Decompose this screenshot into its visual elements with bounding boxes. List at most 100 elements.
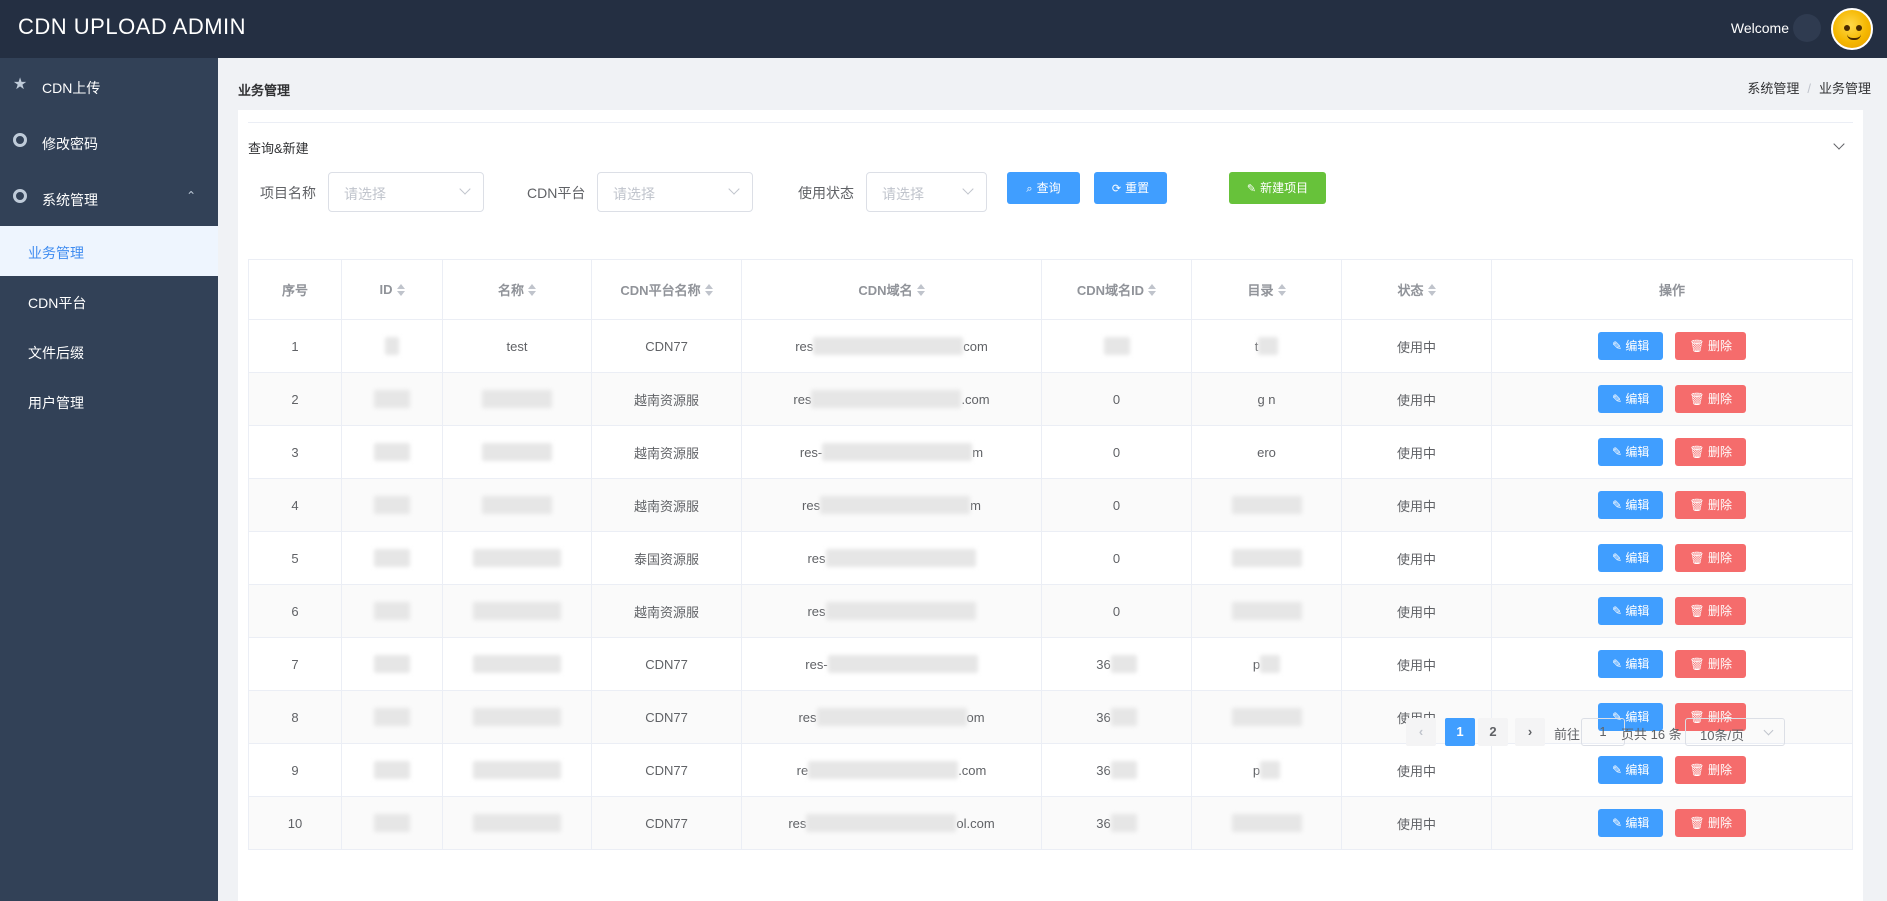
cell-directory: ero [1192,426,1342,478]
cell-id [342,320,443,372]
page-size-select[interactable]: 10条/页 [1685,718,1785,746]
next-page-button[interactable]: › [1515,718,1545,746]
page-number[interactable]: 2 [1478,718,1508,746]
delete-label: 删除 [1707,763,1732,777]
redacted-block [482,496,552,514]
redacted-block [1260,761,1281,779]
column-header[interactable]: CDN域名 [742,260,1042,319]
cell-actions: ✎ 编辑 🗑 删除 [1492,797,1853,849]
chevron-down-icon[interactable] [1833,138,1845,150]
column-header[interactable]: CDN平台名称 [592,260,742,319]
cell-id [342,585,443,637]
search-icon: ⌕ [1026,183,1033,195]
cell-actions: ✎ 编辑 🗑 删除 [1492,479,1853,531]
column-header: 序号 [249,260,342,319]
edit-button[interactable]: ✎ 编辑 [1598,491,1664,519]
sidebar-item-change-password[interactable]: 修改密码 [0,114,218,170]
breadcrumb: 系统管理 / 业务管理 [1747,78,1871,97]
edit-label: 编辑 [1625,498,1650,512]
edit-icon: ✎ [1246,183,1257,195]
trash-icon: 🗑 [1689,604,1708,618]
cell-platform: 泰国资源服 [592,532,742,584]
page-number[interactable]: 1 [1445,718,1475,746]
sidebar-item-system-management[interactable]: 系统管理 ⌄ [0,170,218,226]
sidebar-item-user-management[interactable]: 用户管理 [0,376,218,426]
sidebar-item-business-management[interactable]: 业务管理 [0,226,218,276]
sidebar-item-file-suffix[interactable]: 文件后缀 [0,326,218,376]
breadcrumb-item[interactable]: 系统管理 [1747,81,1799,96]
domain-prefix: res [795,338,814,354]
column-header[interactable]: 状态 [1342,260,1492,319]
domain-id: 36 [1096,815,1111,831]
page-title: 业务管理 [238,83,291,98]
edit-button[interactable]: ✎ 编辑 [1598,756,1664,784]
column-header[interactable]: 名称 [443,260,592,319]
edit-button[interactable]: ✎ 编辑 [1598,544,1664,572]
domain-prefix: res [807,550,826,566]
query-button[interactable]: ⌕ 查询 [1007,172,1080,204]
delete-button[interactable]: 🗑 删除 [1675,544,1746,572]
cell-no: 5 [249,532,342,584]
cell-id [342,479,443,531]
sidebar: ★ CDN上传 修改密码 系统管理 ⌄ 业务管理 CDN平台 文件后缀 用户管理 [0,58,218,901]
directory: ero [1257,444,1276,460]
filter-panel-title[interactable]: 查询&新建 [248,138,309,157]
delete-button[interactable]: 🗑 删除 [1675,650,1746,678]
row-number: 2 [291,391,299,407]
settings-icon [12,133,28,149]
domain-prefix: res [788,815,807,831]
delete-button[interactable]: 🗑 删除 [1675,809,1746,837]
trash-icon: 🗑 [1689,392,1708,406]
domain-id: 36 [1096,762,1111,778]
column-header[interactable]: 目录 [1192,260,1342,319]
platform-name: 越南资源服 [633,498,699,514]
edit-button[interactable]: ✎ 编辑 [1598,385,1664,413]
cell-id [342,426,443,478]
cdn-platform-label: CDN平台 [527,185,586,201]
delete-button[interactable]: 🗑 删除 [1675,438,1746,466]
sidebar-item-label: 修改密码 [42,136,98,152]
user-avatar[interactable] [1831,8,1873,50]
delete-label: 删除 [1707,551,1732,565]
row-number: 1 [291,338,299,354]
cell-directory [1192,797,1342,849]
sidebar-item-cdn-platform[interactable]: CDN平台 [0,276,218,326]
redacted-block [374,655,410,673]
delete-button[interactable]: 🗑 删除 [1675,332,1746,360]
cell-no: 3 [249,426,342,478]
prev-page-button[interactable]: ‹ [1406,718,1436,746]
redacted-block [374,496,410,514]
redacted-block [473,655,561,673]
goto-label: 前往 [1554,727,1581,742]
edit-label: 编辑 [1625,763,1650,777]
trash-icon: 🗑 [1689,445,1708,459]
reset-button[interactable]: ⟳ 重置 [1094,172,1167,204]
delete-button[interactable]: 🗑 删除 [1675,756,1746,784]
column-header[interactable]: ID [342,260,443,319]
project-name-select[interactable]: 请选择 [328,172,484,212]
usage-status-select[interactable]: 请选择 [866,172,987,212]
status-text: 使用中 [1396,339,1436,355]
edit-button[interactable]: ✎ 编辑 [1598,597,1664,625]
create-project-button[interactable]: ✎ 新建项目 [1229,172,1326,204]
edit-button[interactable]: ✎ 编辑 [1598,332,1664,360]
sidebar-item-cdn-upload[interactable]: ★ CDN上传 [0,58,218,114]
status-text: 使用中 [1396,551,1436,567]
delete-button[interactable]: 🗑 删除 [1675,491,1746,519]
column-header[interactable]: CDN域名ID [1042,260,1192,319]
delete-button[interactable]: 🗑 删除 [1675,597,1746,625]
delete-button[interactable]: 🗑 删除 [1675,385,1746,413]
cell-domain: res [742,585,1042,637]
cell-name [443,373,592,425]
edit-button[interactable]: ✎ 编辑 [1598,650,1664,678]
platform-name: CDN77 [645,656,688,672]
edit-icon: ✎ [1612,392,1626,406]
sort-icon [704,283,713,296]
cell-id [342,532,443,584]
cdn-platform-select[interactable]: 请选择 [597,172,753,212]
edit-button[interactable]: ✎ 编辑 [1598,809,1664,837]
edit-button[interactable]: ✎ 编辑 [1598,438,1664,466]
redacted-block [473,602,561,620]
user-dropdown-icon[interactable] [1793,14,1821,42]
goto-page-input[interactable]: 1 [1581,718,1625,746]
